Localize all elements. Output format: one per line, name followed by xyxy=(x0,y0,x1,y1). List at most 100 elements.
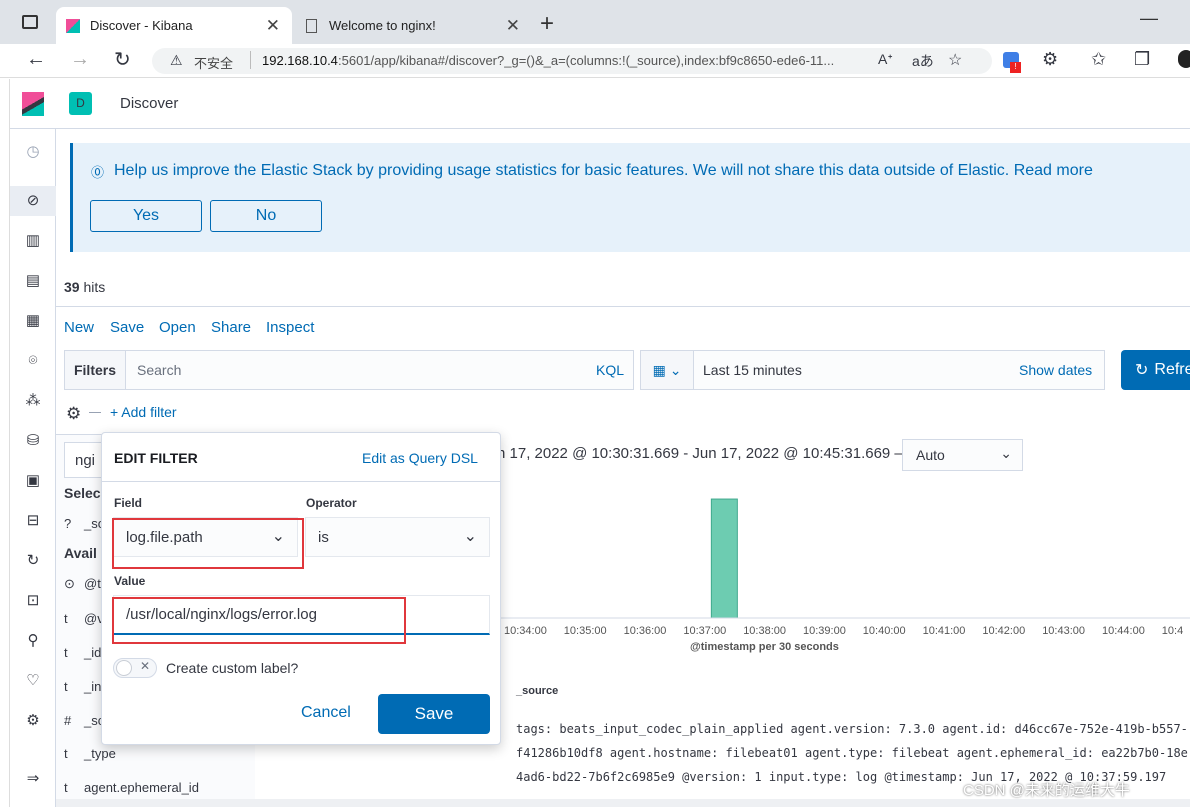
close-icon: ✕ xyxy=(140,659,151,673)
watermark: CSDN @未来的运维大牛 xyxy=(963,782,1130,799)
field-row[interactable]: # _sc xyxy=(64,713,104,728)
search-input[interactable]: Search xyxy=(137,362,181,378)
selected-field[interactable]: ? _so xyxy=(64,516,105,531)
profile-avatar[interactable] xyxy=(1178,50,1190,68)
new-button[interactable]: New xyxy=(64,319,94,336)
field-row[interactable]: ⊙ @t xyxy=(64,576,101,592)
callout-text: Help us improve the Elastic Stack by pro… xyxy=(114,162,1010,179)
space-avatar[interactable]: D xyxy=(69,92,92,115)
share-button[interactable]: Share xyxy=(211,319,251,336)
infrastructure-icon[interactable]: ⛁ xyxy=(22,431,44,451)
x-tick-label: 10:37:00 xyxy=(683,625,727,637)
logs-icon[interactable]: ▣ xyxy=(22,471,44,491)
monitoring-icon[interactable]: ♡ xyxy=(22,671,44,691)
kql-toggle[interactable]: KQL xyxy=(596,362,624,378)
extension-badge: ! xyxy=(1010,62,1021,73)
field-row[interactable]: t _in xyxy=(64,679,101,694)
left-window-edge xyxy=(0,79,10,807)
collapse-nav-icon[interactable]: ⇒ xyxy=(22,769,44,789)
url-field[interactable]: ⚠ 不安全 192.168.10.4 :5601/app/kibana#/dis… xyxy=(152,48,992,74)
close-tab-icon[interactable]: ✕ xyxy=(266,16,280,36)
field-type-icon: t xyxy=(64,679,68,694)
help-icon: ⓪ xyxy=(91,165,105,180)
x-tick-label: 10:41:00 xyxy=(922,625,966,637)
extensions-icon[interactable]: ⚙ xyxy=(1042,49,1058,70)
no-button[interactable]: No xyxy=(210,200,322,232)
time-range[interactable]: Last 15 minutes xyxy=(703,362,802,378)
filter-settings-gear-icon[interactable]: ⚙ xyxy=(66,404,81,424)
field-name: agent.ephemeral_id xyxy=(84,780,199,795)
siem-icon[interactable]: ⊡ xyxy=(22,591,44,611)
kibana-logo-icon[interactable] xyxy=(22,92,44,116)
visualize-icon[interactable]: ▥ xyxy=(22,231,44,251)
inspect-button[interactable]: Inspect xyxy=(266,319,314,336)
hits-count: 39 hits xyxy=(64,279,105,295)
close-tab-icon[interactable]: ✕ xyxy=(506,16,520,36)
favorites-icon[interactable]: ✩ xyxy=(1091,49,1106,70)
field-label: Field xyxy=(114,496,143,510)
edit-filter-popover: EDIT FILTER Edit as Query DSL Field Oper… xyxy=(101,432,501,745)
highlight-value-box xyxy=(112,597,406,644)
interval-select[interactable]: Auto ⌄ xyxy=(902,439,1023,471)
save-button[interactable]: Save xyxy=(110,319,144,336)
read-aloud-icon[interactable]: Aᐩ xyxy=(878,51,893,68)
reload-icon[interactable]: ↻ xyxy=(114,47,131,72)
operator-label: Operator xyxy=(306,496,357,510)
refresh-button[interactable]: ↻ Refresh xyxy=(1121,350,1190,390)
histogram-range: n 17, 2022 @ 10:30:31.669 - Jun 17, 2022… xyxy=(497,445,910,462)
source-line: tags: beats_input_codec_plain_applied ag… xyxy=(516,722,1188,736)
tab-nginx[interactable]: Welcome to nginx! ✕ xyxy=(296,7,532,44)
new-tab-icon[interactable]: + xyxy=(540,10,554,38)
field-row[interactable]: t _type xyxy=(64,746,116,761)
save-filter-button[interactable]: Save xyxy=(378,694,490,734)
x-tick-label: 10:34:00 xyxy=(504,625,547,637)
field-name: _type xyxy=(84,746,116,761)
field-row[interactable]: t @v xyxy=(64,611,104,626)
show-dates-link[interactable]: Show dates xyxy=(1019,362,1092,378)
value-label: Value xyxy=(114,574,146,588)
histogram-bar[interactable] xyxy=(710,498,738,619)
x-tick-label: 10:36:00 xyxy=(623,625,667,637)
field-row[interactable]: t _id xyxy=(64,645,101,660)
maps-icon[interactable]: ⌾ xyxy=(22,351,44,371)
custom-label-switch[interactable]: ✕ xyxy=(113,658,157,678)
uptime-icon[interactable]: ↻ xyxy=(22,551,44,571)
favorite-icon[interactable]: ☆ xyxy=(948,50,962,70)
ml-icon[interactable]: ⁂ xyxy=(22,391,44,411)
tab-title: Discover - Kibana xyxy=(90,18,193,33)
collections-icon[interactable]: ❐ xyxy=(1134,49,1150,70)
tab-actions-icon[interactable] xyxy=(22,15,38,29)
x-tick-label: 10:42:00 xyxy=(982,625,1026,637)
management-gear-icon[interactable]: ⚙ xyxy=(22,711,44,731)
field-type-icon: t xyxy=(64,780,68,795)
chevron-down-icon: ⌄ xyxy=(669,362,682,378)
canvas-icon[interactable]: ▦ xyxy=(22,311,44,331)
yes-button[interactable]: Yes xyxy=(90,200,202,232)
x-tick-label: 10:4 xyxy=(1161,625,1184,637)
cancel-button[interactable]: Cancel xyxy=(301,704,351,722)
available-fields-heading: Avail xyxy=(64,545,97,561)
url-divider xyxy=(250,51,251,69)
read-more-link[interactable]: Read more xyxy=(1014,162,1093,179)
operator-select[interactable]: is ⌄ xyxy=(305,517,490,557)
calendar-dropdown[interactable]: ▦ ⌄ xyxy=(641,351,694,389)
horizontal-scrollbar[interactable] xyxy=(56,799,1190,807)
x-tick-label: 10:35:00 xyxy=(563,625,607,637)
field-type-icon: t xyxy=(64,611,68,626)
url-path: :5601/app/kibana#/discover?_g=()&_a=(col… xyxy=(338,53,835,68)
minimize-icon[interactable]: — xyxy=(1140,8,1158,29)
tab-kibana[interactable]: Discover - Kibana ✕ xyxy=(56,7,292,44)
edit-as-dsl-link[interactable]: Edit as Query DSL xyxy=(362,450,478,466)
add-filter-button[interactable]: + Add filter xyxy=(110,404,177,420)
recent-icon[interactable]: ◷ xyxy=(22,142,44,162)
dev-tools-icon[interactable]: ⚲ xyxy=(22,631,44,651)
forward-icon[interactable]: → xyxy=(70,48,90,71)
open-button[interactable]: Open xyxy=(159,319,196,336)
field-row[interactable]: t agent.ephemeral_id xyxy=(64,780,199,795)
apm-icon[interactable]: ⊟ xyxy=(22,511,44,531)
dashboard-icon[interactable]: ▤ xyxy=(22,271,44,291)
time-picker: ▦ ⌄ Last 15 minutes Show dates xyxy=(640,350,1105,390)
discover-compass-icon[interactable]: ⊘ xyxy=(22,191,44,211)
translate-icon[interactable]: aあ xyxy=(912,51,934,71)
back-icon[interactable]: ← xyxy=(26,48,46,71)
